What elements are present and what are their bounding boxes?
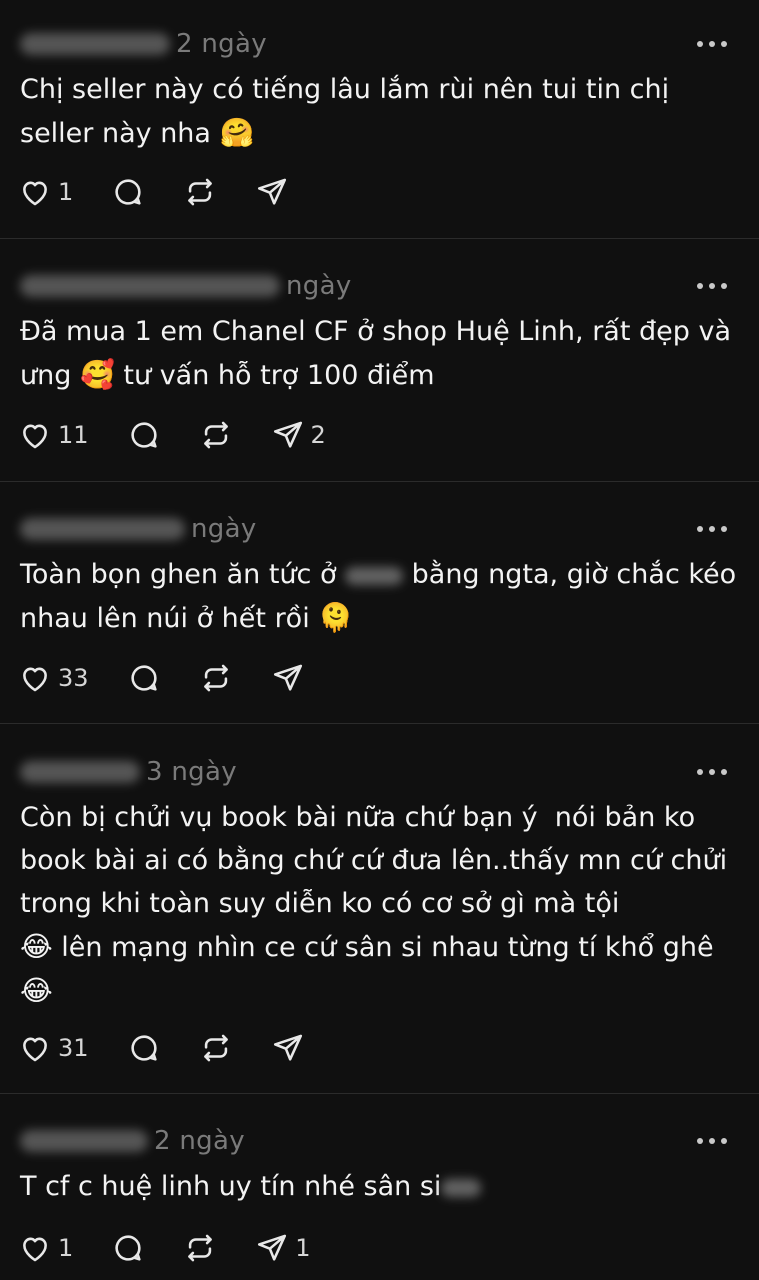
send-icon — [258, 178, 287, 205]
share-button[interactable] — [271, 661, 305, 695]
heart-icon — [23, 1037, 47, 1062]
post-text: Đã mua 1 em Chanel CF ở shop Huệ Linh, r… — [20, 316, 740, 391]
laughing-emoji: 😂 — [20, 974, 53, 1007]
repost-button[interactable] — [199, 418, 233, 452]
smiling-hearts-emoji: 🥰 — [79, 358, 115, 391]
comment-icon — [115, 1235, 141, 1261]
heart-icon — [23, 424, 47, 449]
post-time: ngày — [191, 514, 257, 544]
post-text: Còn bị chửi vụ book bài nữa chứ bạn ý nó… — [20, 802, 728, 1007]
send-icon — [273, 421, 302, 448]
reply-button[interactable] — [127, 661, 161, 695]
reply-post: ngày Toàn bọn ghen ăn tức ở bằng ngta, g… — [0, 509, 759, 723]
reply-button[interactable] — [111, 175, 145, 209]
hugging-emoji: 🤗 — [219, 116, 255, 149]
heart-icon — [23, 667, 47, 692]
repost-button[interactable] — [183, 1231, 217, 1265]
username-blurred[interactable] — [20, 761, 140, 783]
divider — [0, 723, 759, 724]
post-actions: 1 1 — [18, 1228, 349, 1268]
like-count: 11 — [58, 421, 89, 449]
send-icon — [258, 1234, 287, 1261]
reply-post: 2 ngày T cf c huệ linh uy tín nhé sân si… — [0, 1121, 759, 1280]
repost-button[interactable] — [183, 175, 217, 209]
repost-icon — [203, 421, 228, 449]
like-count: 1 — [58, 178, 74, 206]
reply-button[interactable] — [127, 1031, 161, 1065]
post-time: ngày — [286, 271, 352, 301]
share-button[interactable]: 2 — [271, 418, 326, 452]
post-meta: 3 ngày — [20, 752, 237, 792]
post-time: 3 ngày — [146, 757, 237, 787]
divider — [0, 238, 759, 239]
comment-icon — [115, 179, 141, 205]
heart-icon — [23, 1237, 47, 1262]
divider — [0, 481, 759, 482]
post-meta: ngày — [20, 266, 352, 306]
repost-button[interactable] — [199, 661, 233, 695]
more-dots-icon[interactable] — [697, 519, 727, 539]
send-icon — [273, 1034, 302, 1061]
post-actions: 11 2 — [18, 415, 364, 455]
more-dots-icon[interactable] — [697, 762, 727, 782]
censored-word — [345, 566, 404, 585]
like-button[interactable]: 31 — [18, 1031, 89, 1065]
share-button[interactable] — [255, 175, 289, 209]
like-button[interactable]: 1 — [18, 1231, 73, 1265]
laughing-emoji: 😂 — [20, 930, 53, 963]
like-count: 1 — [58, 1234, 74, 1262]
share-count: 1 — [295, 1234, 311, 1262]
post-text: T cf c huệ linh uy tín nhé sân si — [20, 1165, 740, 1208]
username-blurred[interactable] — [20, 33, 170, 55]
repost-button[interactable] — [199, 1031, 233, 1065]
send-icon — [273, 664, 302, 691]
more-dots-icon[interactable] — [697, 1131, 727, 1151]
reply-post: 3 ngày Còn bị chửi vụ book bài nữa chứ b… — [0, 752, 759, 1092]
like-count: 31 — [58, 1034, 89, 1062]
reply-button[interactable] — [111, 1231, 145, 1265]
comment-icon — [130, 665, 157, 691]
post-actions: 1 — [18, 172, 327, 212]
reply-post: ngày Đã mua 1 em Chanel CF ở shop Huệ Li… — [0, 266, 759, 480]
share-button[interactable] — [271, 1031, 305, 1065]
reply-post: 2 ngày Chị seller này có tiếng lâu lắm r… — [0, 24, 759, 238]
post-meta: ngày — [20, 509, 257, 549]
repost-icon — [188, 1234, 213, 1262]
repost-icon — [203, 664, 228, 692]
like-button[interactable]: 1 — [18, 175, 73, 209]
comment-icon — [130, 422, 157, 448]
like-count: 33 — [58, 664, 89, 692]
username-blurred[interactable] — [20, 275, 280, 297]
share-count: 2 — [310, 421, 326, 449]
post-meta: 2 ngày — [20, 24, 267, 64]
like-button[interactable]: 11 — [18, 418, 89, 452]
post-actions: 33 — [18, 658, 343, 698]
heart-icon — [23, 181, 47, 206]
repost-icon — [203, 1034, 228, 1062]
more-dots-icon[interactable] — [697, 34, 727, 54]
post-text: Toàn bọn ghen ăn tức ở bằng ngta, giờ ch… — [20, 559, 745, 634]
post-meta: 2 ngày — [20, 1121, 245, 1161]
post-actions: 31 — [18, 1028, 343, 1068]
melting-face-emoji: 🫠 — [318, 601, 354, 634]
post-time: 2 ngày — [154, 1126, 245, 1156]
reply-button[interactable] — [127, 418, 161, 452]
replies-feed: 2 ngày Chị seller này có tiếng lâu lắm r… — [0, 0, 759, 1280]
like-button[interactable]: 33 — [18, 661, 89, 695]
repost-icon — [188, 178, 213, 206]
divider — [0, 1093, 759, 1094]
more-dots-icon[interactable] — [697, 276, 727, 296]
share-button[interactable]: 1 — [255, 1231, 311, 1265]
username-blurred[interactable] — [20, 518, 185, 540]
post-time: 2 ngày — [176, 29, 267, 59]
comment-icon — [130, 1035, 157, 1061]
post-text: Chị seller này có tiếng lâu lắm rùi nên … — [20, 74, 678, 149]
username-blurred[interactable] — [20, 1130, 148, 1152]
censored-word — [441, 1178, 482, 1197]
